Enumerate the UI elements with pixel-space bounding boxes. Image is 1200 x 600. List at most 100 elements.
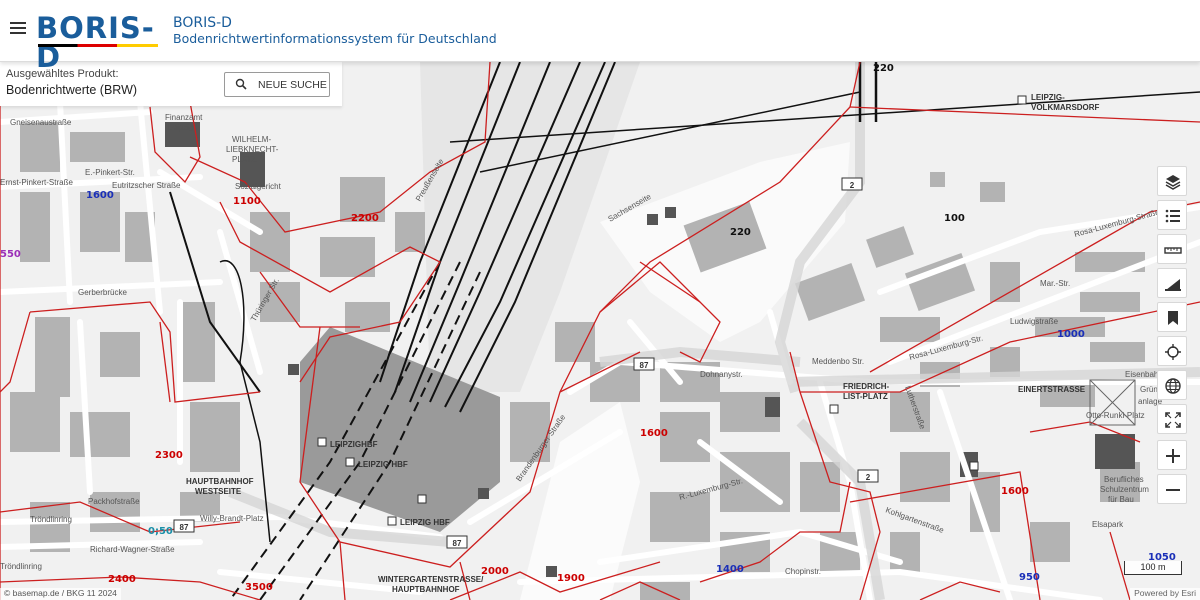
svg-text:Gerberbrücke: Gerberbrücke	[78, 288, 127, 297]
new-search-label: NEUE SUCHE	[258, 79, 327, 91]
svg-text:HAUPTBAHNHOF: HAUPTBAHNHOF	[186, 477, 254, 486]
svg-text:Chopinstr.: Chopinstr.	[785, 567, 821, 576]
land-value: 1100	[233, 196, 261, 207]
new-search-button[interactable]: NEUE SUCHE	[224, 72, 330, 97]
app-title: BORIS-D	[173, 15, 232, 31]
hamburger-menu-icon[interactable]	[10, 22, 26, 36]
svg-text:Mar.-Str.: Mar.-Str.	[1040, 279, 1070, 288]
land-value: 950	[1019, 572, 1040, 583]
product-value: Bodenrichtwerte (BRW)	[6, 83, 138, 97]
road-number-b87-bottom: 87	[446, 535, 468, 549]
svg-text:Finanzamt: Finanzamt	[165, 113, 203, 122]
globe-icon	[1165, 378, 1181, 394]
svg-text:LIST-PLATZ: LIST-PLATZ	[843, 392, 888, 401]
layers-icon	[1165, 175, 1181, 190]
scale-bar: 100 m	[1124, 561, 1182, 575]
app-title-block: BORIS-D Bodenrichtwertinformationssystem…	[173, 15, 497, 46]
svg-text:Sozialgericht: Sozialgericht	[235, 182, 282, 191]
map-svg[interactable]: 2 2 87 87 87 Gneisenaustraße E.-Pinkert-…	[0, 61, 1200, 600]
measure-distance-button[interactable]	[1157, 234, 1187, 264]
road-number-b2-top: 2	[841, 177, 863, 191]
svg-text:Willy-Brandt-Platz: Willy-Brandt-Platz	[200, 514, 264, 523]
app-subtitle: Bodenrichtwertinformationssystem für Deu…	[173, 31, 497, 46]
svg-text:Elsapark: Elsapark	[1092, 520, 1124, 529]
land-value: 2300	[155, 450, 183, 461]
svg-text:EINERTSTRASSE: EINERTSTRASSE	[1018, 385, 1086, 394]
svg-text:Eutritzscher Straße: Eutritzscher Straße	[112, 181, 181, 190]
land-value: 1600	[86, 190, 114, 201]
list-icon	[1165, 209, 1180, 223]
search-location-icon	[235, 78, 247, 90]
land-value: 3500	[245, 582, 273, 593]
minus-icon	[1166, 489, 1180, 491]
svg-text:FRIEDRICH-: FRIEDRICH-	[843, 382, 890, 391]
plus-icon	[1166, 449, 1180, 463]
svg-text:VOLKMARSDORF: VOLKMARSDORF	[1031, 103, 1100, 112]
expand-icon	[1165, 412, 1181, 428]
svg-text:Ernst-Pinkert-Straße: Ernst-Pinkert-Straße	[0, 178, 73, 187]
globe-button[interactable]	[1157, 370, 1187, 400]
zoom-in-button[interactable]	[1157, 440, 1187, 470]
bookmark-icon	[1168, 311, 1178, 325]
svg-text:Schulzentrum: Schulzentrum	[1100, 485, 1149, 494]
map-canvas[interactable]: 2 2 87 87 87 Gneisenaustraße E.-Pinkert-…	[0, 61, 1200, 600]
land-value: 550	[0, 249, 21, 260]
svg-text:Ludwigstraße: Ludwigstraße	[1010, 317, 1059, 326]
svg-text:LIEBKNECHT-: LIEBKNECHT-	[226, 145, 279, 154]
svg-text:87: 87	[180, 523, 189, 532]
svg-text:Otto-Runki-Platz: Otto-Runki-Platz	[1086, 411, 1145, 420]
locate-button[interactable]	[1157, 336, 1187, 366]
svg-text:Berufliches: Berufliches	[1104, 475, 1144, 484]
station-label-2: LEIPZIG HBF	[358, 460, 408, 469]
area-ruler-icon	[1165, 279, 1181, 291]
svg-text:E.-Pinkert-Str.: E.-Pinkert-Str.	[85, 168, 135, 177]
svg-text:87: 87	[453, 539, 462, 548]
svg-text:WINTERGARTENSTRASSE/: WINTERGARTENSTRASSE/	[378, 575, 484, 584]
crosshair-icon	[1165, 344, 1181, 360]
boris-d-logo[interactable]: BORIS-D	[36, 14, 162, 72]
svg-text:Tröndlinring: Tröndlinring	[0, 562, 42, 571]
land-value: 1400	[716, 564, 744, 575]
svg-text:Dohnanystr.: Dohnanystr.	[700, 370, 743, 379]
svg-text:HAUPTBAHNHOF: HAUPTBAHNHOF	[392, 585, 460, 594]
svg-text:Meddenbo Str.: Meddenbo Str.	[812, 357, 864, 366]
measure-area-button[interactable]	[1157, 268, 1187, 298]
svg-text:2: 2	[850, 181, 855, 190]
land-value: 2400	[108, 574, 136, 585]
svg-text:Tröndlinring: Tröndlinring	[30, 515, 72, 524]
legend-button[interactable]	[1157, 200, 1187, 230]
map-attribution: © basemap.de / BKG 11 2024	[0, 588, 121, 600]
land-value: 220	[730, 227, 751, 238]
svg-text:87: 87	[640, 361, 649, 370]
svg-text:2: 2	[866, 473, 871, 482]
road-number-b87-mid: 87	[633, 357, 655, 371]
land-value: 1600	[1001, 486, 1029, 497]
road-number-b87-left: 87	[173, 519, 195, 533]
land-value: 2000	[481, 566, 509, 577]
svg-text:Leipzig I: Leipzig I	[168, 123, 198, 132]
land-value: 1000	[1057, 329, 1085, 340]
svg-text:Richard-Wagner-Straße: Richard-Wagner-Straße	[90, 545, 175, 554]
svg-text:WILHELM-: WILHELM-	[232, 135, 271, 144]
station-label-1: LEIPZIGHBF	[330, 440, 378, 449]
land-value: 220	[873, 63, 894, 74]
layers-button[interactable]	[1157, 166, 1187, 196]
logo-flag-bar	[38, 44, 158, 47]
road-number-b2-bottom: 2	[857, 469, 879, 483]
land-value: 2200	[351, 213, 379, 224]
svg-text:Packhofstraße: Packhofstraße	[88, 497, 140, 506]
bookmark-button[interactable]	[1157, 302, 1187, 332]
station-label-3: LEIPZIG HBF	[400, 518, 450, 527]
land-value: 1900	[557, 573, 585, 584]
svg-text:WESTSEITE: WESTSEITE	[195, 487, 242, 496]
svg-text:LEIPZIG-: LEIPZIG-	[1031, 93, 1065, 102]
app-header: BORIS-D BORIS-D Bodenrichtwertinformatio…	[0, 0, 1200, 72]
zoom-out-button[interactable]	[1157, 474, 1187, 504]
svg-text:Gneisenaustraße: Gneisenaustraße	[10, 118, 72, 127]
land-value: 0;50	[148, 526, 173, 537]
powered-by-esri: Powered by Esri	[1130, 588, 1200, 600]
svg-text:für Bau: für Bau	[1108, 495, 1134, 504]
ruler-icon	[1164, 247, 1182, 254]
fullscreen-button[interactable]	[1157, 404, 1187, 434]
land-value: 1600	[640, 428, 668, 439]
